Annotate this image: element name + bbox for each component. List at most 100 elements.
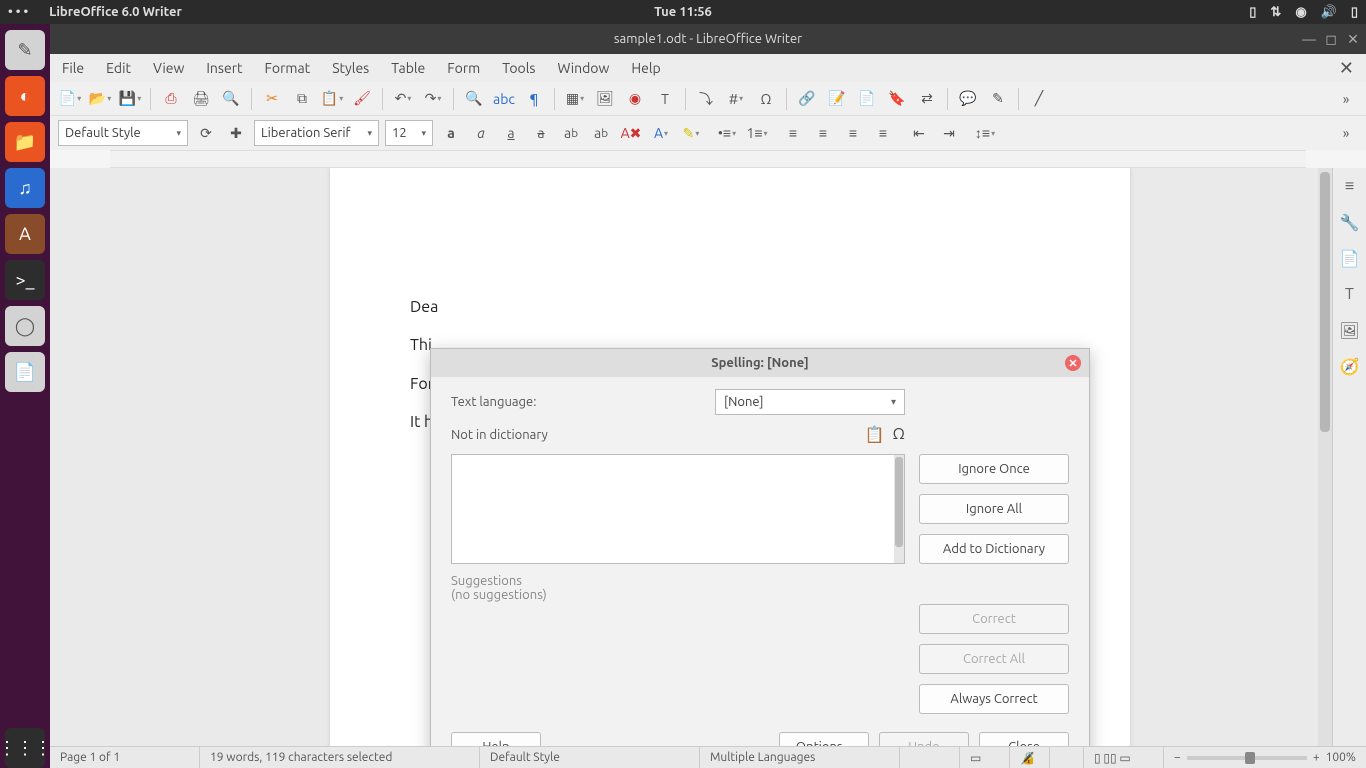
menu-tools[interactable]: Tools — [502, 60, 535, 76]
superscript-button[interactable]: ab — [559, 121, 583, 145]
always-correct-button[interactable]: Always Correct — [919, 684, 1069, 714]
paragraph-style-combo[interactable]: Default Style▾ — [58, 120, 188, 146]
dock-software-icon[interactable]: A — [5, 214, 45, 254]
dock-writer-icon[interactable]: ✎ — [5, 30, 45, 70]
bullet-list-button[interactable]: •≡▾ — [715, 121, 739, 145]
zoom-slider[interactable] — [1187, 756, 1307, 760]
status-insert-mode[interactable] — [900, 747, 960, 768]
menu-help[interactable]: Help — [631, 60, 660, 76]
clone-format-button[interactable]: 🖌 — [350, 87, 374, 111]
window-close-button[interactable]: ✕ — [1346, 32, 1360, 46]
not-in-dictionary-textbox[interactable] — [451, 454, 905, 564]
options-button[interactable]: Options... — [779, 732, 869, 746]
text-language-combo[interactable]: [None] ▾ — [715, 389, 905, 415]
status-page[interactable]: Page 1 of 1 — [50, 747, 200, 768]
textbox-scrollbar[interactable] — [894, 455, 904, 563]
line-spacing-button[interactable]: ↕≡▾ — [973, 121, 997, 145]
dock-apps-grid-icon[interactable]: ⋮⋮⋮ — [5, 728, 45, 768]
undo-button[interactable]: ↶▾ — [391, 87, 415, 111]
help-button[interactable]: Help — [451, 732, 541, 746]
sidebar-menu-icon[interactable]: ≡ — [1338, 174, 1362, 198]
sidebar-page-icon[interactable]: 📄 — [1338, 246, 1362, 270]
paste-clipboard-icon[interactable]: 📋 — [865, 425, 885, 444]
copy-button[interactable]: ⧉ — [290, 87, 314, 111]
document-close-button[interactable]: ✕ — [1339, 58, 1354, 79]
network-indicator-icon[interactable]: ⇅ — [1270, 5, 1281, 20]
font-color-button[interactable]: A▾ — [649, 121, 673, 145]
special-char-dialog-icon[interactable]: Ω — [893, 425, 905, 444]
menu-table[interactable]: Table — [391, 60, 425, 76]
formatting-overflow-button[interactable]: » — [1334, 121, 1358, 145]
export-pdf-button[interactable]: ⎙ — [159, 87, 183, 111]
close-button[interactable]: Close — [979, 732, 1069, 746]
insert-table-button[interactable]: ▦▾ — [563, 87, 587, 111]
clock[interactable]: Tue 11:56 — [654, 5, 712, 19]
endnote-button[interactable]: 📄 — [855, 87, 879, 111]
dialog-close-button[interactable]: ✕ — [1065, 355, 1081, 371]
special-char-button[interactable]: Ω — [754, 87, 778, 111]
menu-styles[interactable]: Styles — [332, 60, 369, 76]
clear-format-button[interactable]: A✖ — [619, 121, 643, 145]
insert-image-button[interactable]: 🖼 — [593, 87, 617, 111]
status-view-layout[interactable]: ▯ ▯▯ ▭ — [1084, 747, 1164, 768]
dock-files-icon[interactable]: 📁 — [5, 122, 45, 162]
menu-view[interactable]: View — [153, 60, 184, 76]
ignore-once-button[interactable]: Ignore Once — [919, 454, 1069, 484]
align-center-button[interactable]: ≡ — [811, 121, 835, 145]
sound-indicator-icon[interactable]: 🔊 — [1321, 5, 1337, 20]
insert-textbox-button[interactable]: T — [653, 87, 677, 111]
activities-dots[interactable]: ••• — [8, 5, 31, 19]
update-style-button[interactable]: ⟳ — [194, 121, 218, 145]
cut-button[interactable]: ✂ — [260, 87, 284, 111]
zoom-in-button[interactable]: + — [1313, 751, 1320, 764]
wifi-indicator-icon[interactable]: ◉ — [1295, 5, 1306, 20]
track-changes-button[interactable]: ✎ — [986, 87, 1010, 111]
insert-field-button[interactable]: #▾ — [724, 87, 748, 111]
menu-format[interactable]: Format — [265, 60, 311, 76]
footnote-button[interactable]: 📝 — [825, 87, 849, 111]
open-button[interactable]: 📂▾ — [88, 87, 112, 111]
subscript-button[interactable]: ab — [589, 121, 613, 145]
save-button[interactable]: 💾▾ — [118, 87, 142, 111]
spellcheck-button[interactable]: abc — [492, 87, 516, 111]
menu-form[interactable]: Form — [447, 60, 480, 76]
comment-button[interactable]: 💬 — [956, 87, 980, 111]
zoom-value[interactable]: 100% — [1326, 751, 1356, 764]
number-list-button[interactable]: 1≡▾ — [745, 121, 769, 145]
align-left-button[interactable]: ≡ — [781, 121, 805, 145]
align-justify-button[interactable]: ≡ — [871, 121, 895, 145]
cross-ref-button[interactable]: ⇄ — [915, 87, 939, 111]
insert-chart-button[interactable]: ◉ — [623, 87, 647, 111]
dock-firefox-icon[interactable]: ◐ — [5, 76, 45, 116]
line-button[interactable]: ╱ — [1027, 87, 1051, 111]
bold-button[interactable]: a — [439, 121, 463, 145]
formatting-marks-button[interactable]: ¶ — [522, 87, 546, 111]
sidebar-gallery-icon[interactable]: 🖼 — [1338, 318, 1362, 342]
status-selection-mode[interactable]: ▭ — [960, 747, 1010, 768]
italic-button[interactable]: a — [469, 121, 493, 145]
menu-file[interactable]: File — [62, 60, 84, 76]
ignore-all-button[interactable]: Ignore All — [919, 494, 1069, 524]
phone-indicator-icon[interactable]: ▯ — [1249, 5, 1256, 20]
menu-edit[interactable]: Edit — [106, 60, 131, 76]
vertical-scrollbar[interactable] — [1318, 168, 1332, 746]
sidebar-styles-icon[interactable]: T — [1338, 282, 1362, 306]
print-button[interactable]: 🖨 — [189, 87, 213, 111]
dock-writer-active-icon[interactable]: 📄 — [5, 352, 45, 392]
page-break-button[interactable]: ⤵ — [694, 87, 718, 111]
battery-indicator-icon[interactable]: ▯ — [1351, 5, 1358, 20]
indent-increase-button[interactable]: ⇥ — [937, 121, 961, 145]
menu-insert[interactable]: Insert — [206, 60, 242, 76]
paste-button[interactable]: 📋▾ — [320, 87, 344, 111]
print-preview-button[interactable]: 🔍 — [219, 87, 243, 111]
toolbar-overflow-button[interactable]: » — [1334, 87, 1358, 111]
status-signature[interactable]: 🔏 — [1010, 747, 1050, 768]
sidebar-navigator-icon[interactable]: 🧭 — [1338, 354, 1362, 378]
underline-button[interactable]: a — [499, 121, 523, 145]
dock-music-icon[interactable]: ♫ — [5, 168, 45, 208]
find-replace-button[interactable]: 🔍 — [462, 87, 486, 111]
redo-button[interactable]: ↷▾ — [421, 87, 445, 111]
align-right-button[interactable]: ≡ — [841, 121, 865, 145]
menu-window[interactable]: Window — [557, 60, 609, 76]
font-name-combo[interactable]: Liberation Serif▾ — [254, 120, 379, 146]
